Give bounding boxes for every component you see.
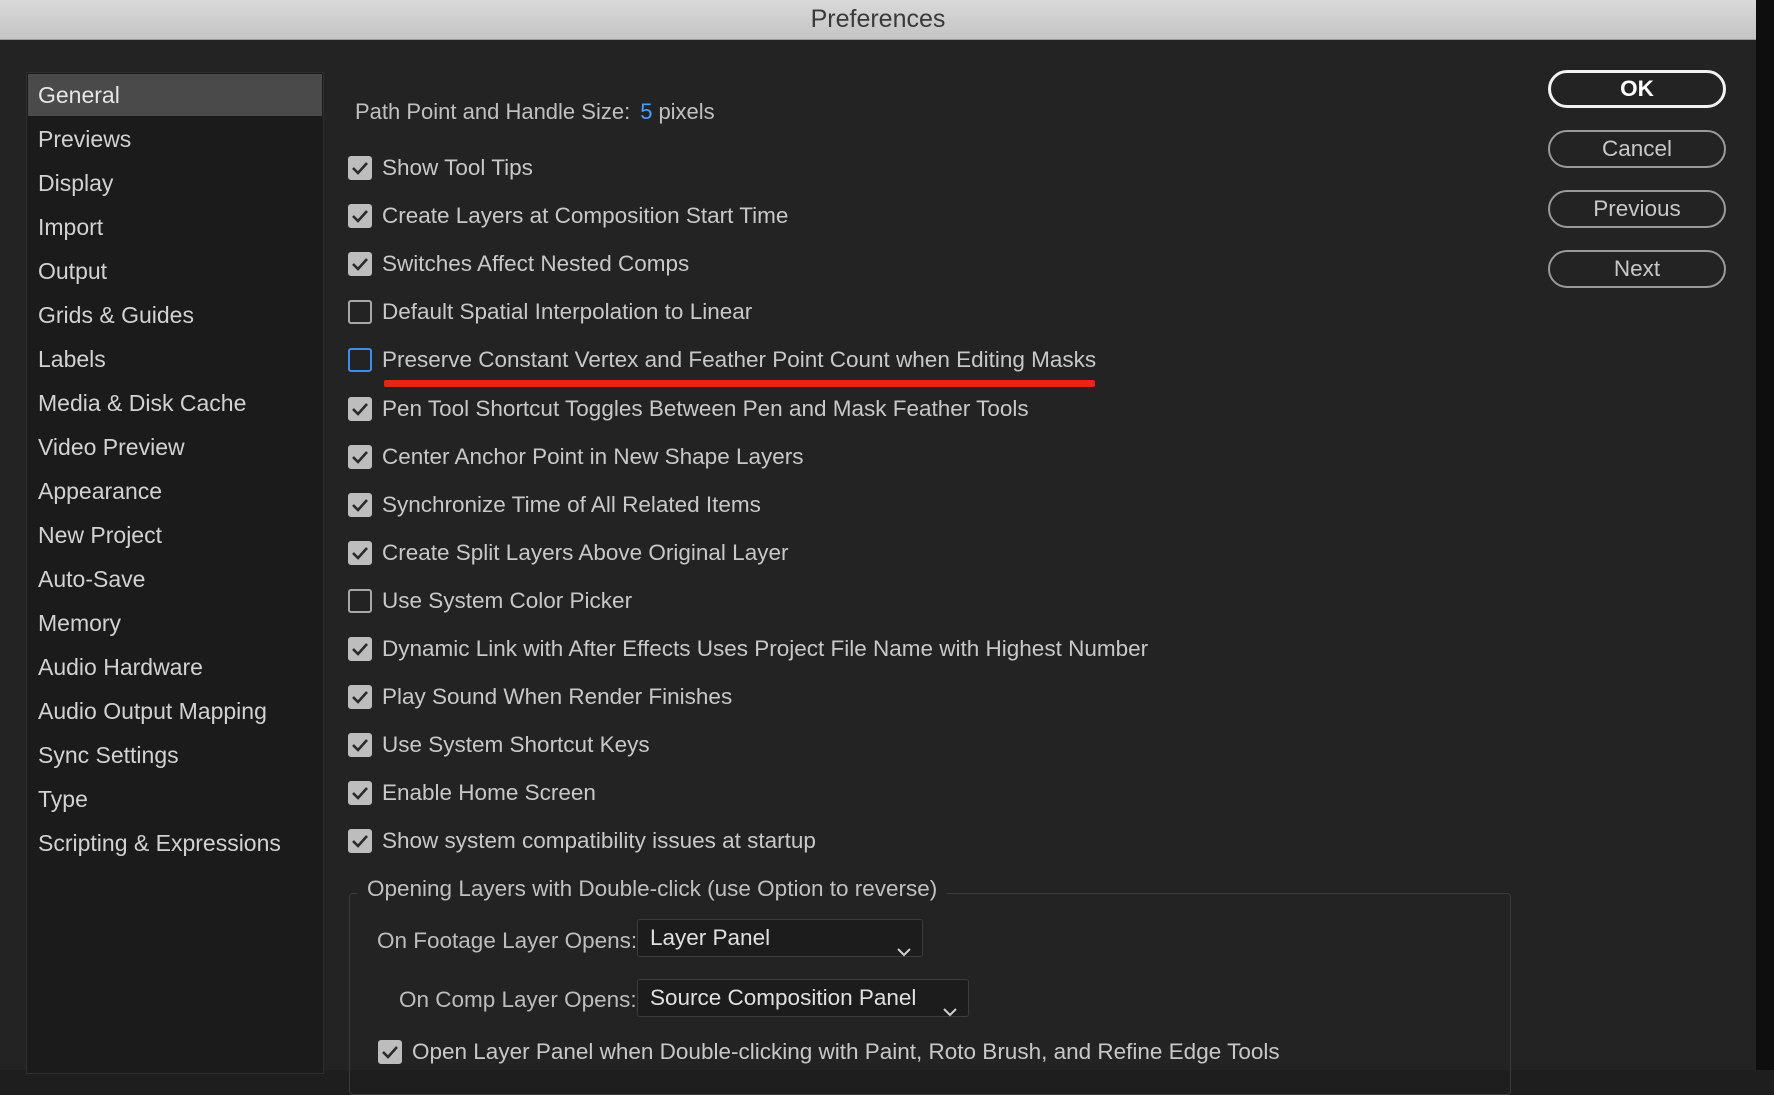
checkbox-label: Use System Color Picker <box>382 587 633 613</box>
checkbox-row[interactable]: Use System Color Picker <box>348 586 632 616</box>
checkbox-row[interactable]: Synchronize Time of All Related Items <box>348 490 761 520</box>
checkbox-row[interactable]: Preserve Constant Vertex and Feather Poi… <box>348 345 1096 375</box>
checkbox-row[interactable]: Show Tool Tips <box>348 153 533 183</box>
sidebar-item[interactable]: Auto-Save <box>28 558 322 600</box>
sidebar-item[interactable]: Memory <box>28 602 322 644</box>
sidebar-item[interactable]: Media & Disk Cache <box>28 382 322 424</box>
checkbox-unchecked-icon[interactable] <box>348 300 372 325</box>
checkbox-row[interactable]: Dynamic Link with After Effects Uses Pro… <box>348 634 1148 664</box>
checkbox-row[interactable]: Create Layers at Composition Start Time <box>348 201 788 231</box>
sidebar-item[interactable]: Audio Hardware <box>28 646 322 688</box>
sidebar-item[interactable]: Display <box>28 162 322 204</box>
comp-layer-value: Source Composition Panel <box>650 985 917 1010</box>
checkbox-label: Switches Affect Nested Comps <box>382 251 690 277</box>
checkbox-row[interactable]: Switches Affect Nested Comps <box>348 249 689 279</box>
checkbox-unchecked-icon[interactable] <box>348 588 372 613</box>
sidebar-item[interactable]: Video Preview <box>28 426 322 468</box>
previous-button[interactable]: Previous <box>1548 190 1726 228</box>
chevron-down-icon <box>896 932 912 968</box>
checkbox-label: Show Tool Tips <box>382 155 533 180</box>
checkbox-row[interactable]: Enable Home Screen <box>348 778 596 808</box>
checkbox-checked-icon[interactable] <box>348 396 372 421</box>
sidebar-item[interactable]: Previews <box>28 118 322 160</box>
open-layer-panel-label: Open Layer Panel when Double-clicking wi… <box>412 1039 1280 1064</box>
sidebar-item[interactable]: Sync Settings <box>28 734 322 776</box>
sidebar-item[interactable]: Appearance <box>28 470 322 512</box>
checkbox-label: Preserve Constant Vertex and Feather Poi… <box>382 347 1097 373</box>
checkbox-row[interactable]: Center Anchor Point in New Shape Layers <box>348 442 804 472</box>
checkbox-label: Create Split Layers Above Original Layer <box>382 539 789 565</box>
sidebar-item[interactable]: Scripting & Expressions <box>28 822 322 864</box>
checkbox-row[interactable]: Pen Tool Shortcut Toggles Between Pen an… <box>348 394 1029 424</box>
checkbox-checked-icon[interactable] <box>348 444 372 469</box>
checkbox-checked-icon[interactable] <box>378 1040 402 1064</box>
checkbox-label: Play Sound When Render Finishes <box>382 684 733 710</box>
checkbox-row[interactable]: Play Sound When Render Finishes <box>348 682 732 712</box>
checkbox-label: Synchronize Time of All Related Items <box>382 491 761 517</box>
checkbox-label: Center Anchor Point in New Shape Layers <box>382 443 804 469</box>
checkbox-label: Dynamic Link with After Effects Uses Pro… <box>382 636 1149 661</box>
checkbox-label: Enable Home Screen <box>382 780 596 806</box>
sidebar-item[interactable]: Type <box>28 778 322 820</box>
checkbox-row[interactable]: Create Split Layers Above Original Layer <box>348 538 788 568</box>
checkbox-row[interactable]: Show system compatibility issues at star… <box>348 826 816 856</box>
path-point-size-value[interactable]: 5 <box>640 99 652 124</box>
checkbox-checked-icon[interactable] <box>348 540 372 565</box>
sidebar-item[interactable]: Audio Output Mapping <box>28 690 322 732</box>
ok-button[interactable]: OK <box>1548 70 1726 108</box>
checkbox-checked-icon[interactable] <box>348 637 372 661</box>
sidebar-item[interactable]: Labels <box>28 338 322 380</box>
path-point-size-row: Path Point and Handle Size: 5 pixels <box>355 99 715 125</box>
checkbox-label: Pen Tool Shortcut Toggles Between Pen an… <box>382 395 1029 421</box>
chevron-down-icon <box>942 992 958 1028</box>
checkbox-label: Create Layers at Composition Start Time <box>382 203 789 229</box>
footage-layer-dropdown[interactable]: Layer Panel <box>637 919 923 957</box>
checkbox-checked-icon[interactable] <box>348 685 372 710</box>
sidebar-item[interactable]: Grids & Guides <box>28 294 322 336</box>
checkbox-checked-icon[interactable] <box>348 252 372 277</box>
preferences-sidebar: General Previews Display Import Output Grids … <box>26 72 324 1074</box>
open-layer-panel-checkbox-row[interactable]: Open Layer Panel when Double-clicking wi… <box>378 1037 1280 1067</box>
checkbox-checked-icon[interactable] <box>348 781 372 806</box>
checkbox-label: Default Spatial Interpolation to Linear <box>382 299 753 325</box>
cancel-button[interactable]: Cancel <box>1548 130 1726 168</box>
sidebar-item[interactable]: Output <box>28 250 322 292</box>
path-point-size-label: Path Point and Handle Size: <box>355 99 631 124</box>
checkbox-checked-icon[interactable] <box>348 733 372 758</box>
checkbox-row[interactable]: Default Spatial Interpolation to Linear <box>348 297 752 327</box>
sidebar-item[interactable]: General <box>28 74 322 116</box>
comp-layer-label: On Comp Layer Opens: <box>399 987 637 1012</box>
checkbox-checked-icon[interactable] <box>348 156 372 180</box>
checkbox-label: Show system compatibility issues at star… <box>382 828 816 854</box>
comp-layer-dropdown[interactable]: Source Composition Panel <box>637 979 969 1017</box>
window-title: Preferences <box>0 0 1756 40</box>
checkbox-checked-icon[interactable] <box>348 492 372 517</box>
checkbox-checked-icon[interactable] <box>348 204 372 229</box>
sidebar-item[interactable]: New Project <box>28 514 322 556</box>
window-edge <box>1756 0 1774 1070</box>
double-click-group-title: Opening Layers with Double-click (use Op… <box>357 876 948 902</box>
checkbox-checked-icon[interactable] <box>348 829 372 854</box>
path-point-size-unit: pixels <box>658 99 715 124</box>
footage-layer-value: Layer Panel <box>650 925 771 950</box>
checkbox-row[interactable]: Use System Shortcut Keys <box>348 730 650 760</box>
footage-layer-label: On Footage Layer Opens: <box>377 928 638 953</box>
next-button[interactable]: Next <box>1548 250 1726 288</box>
checkbox-label: Use System Shortcut Keys <box>382 732 650 758</box>
checkbox-unchecked-icon[interactable] <box>348 348 372 373</box>
annotation-underline <box>384 380 1095 387</box>
sidebar-item[interactable]: Import <box>28 206 322 248</box>
